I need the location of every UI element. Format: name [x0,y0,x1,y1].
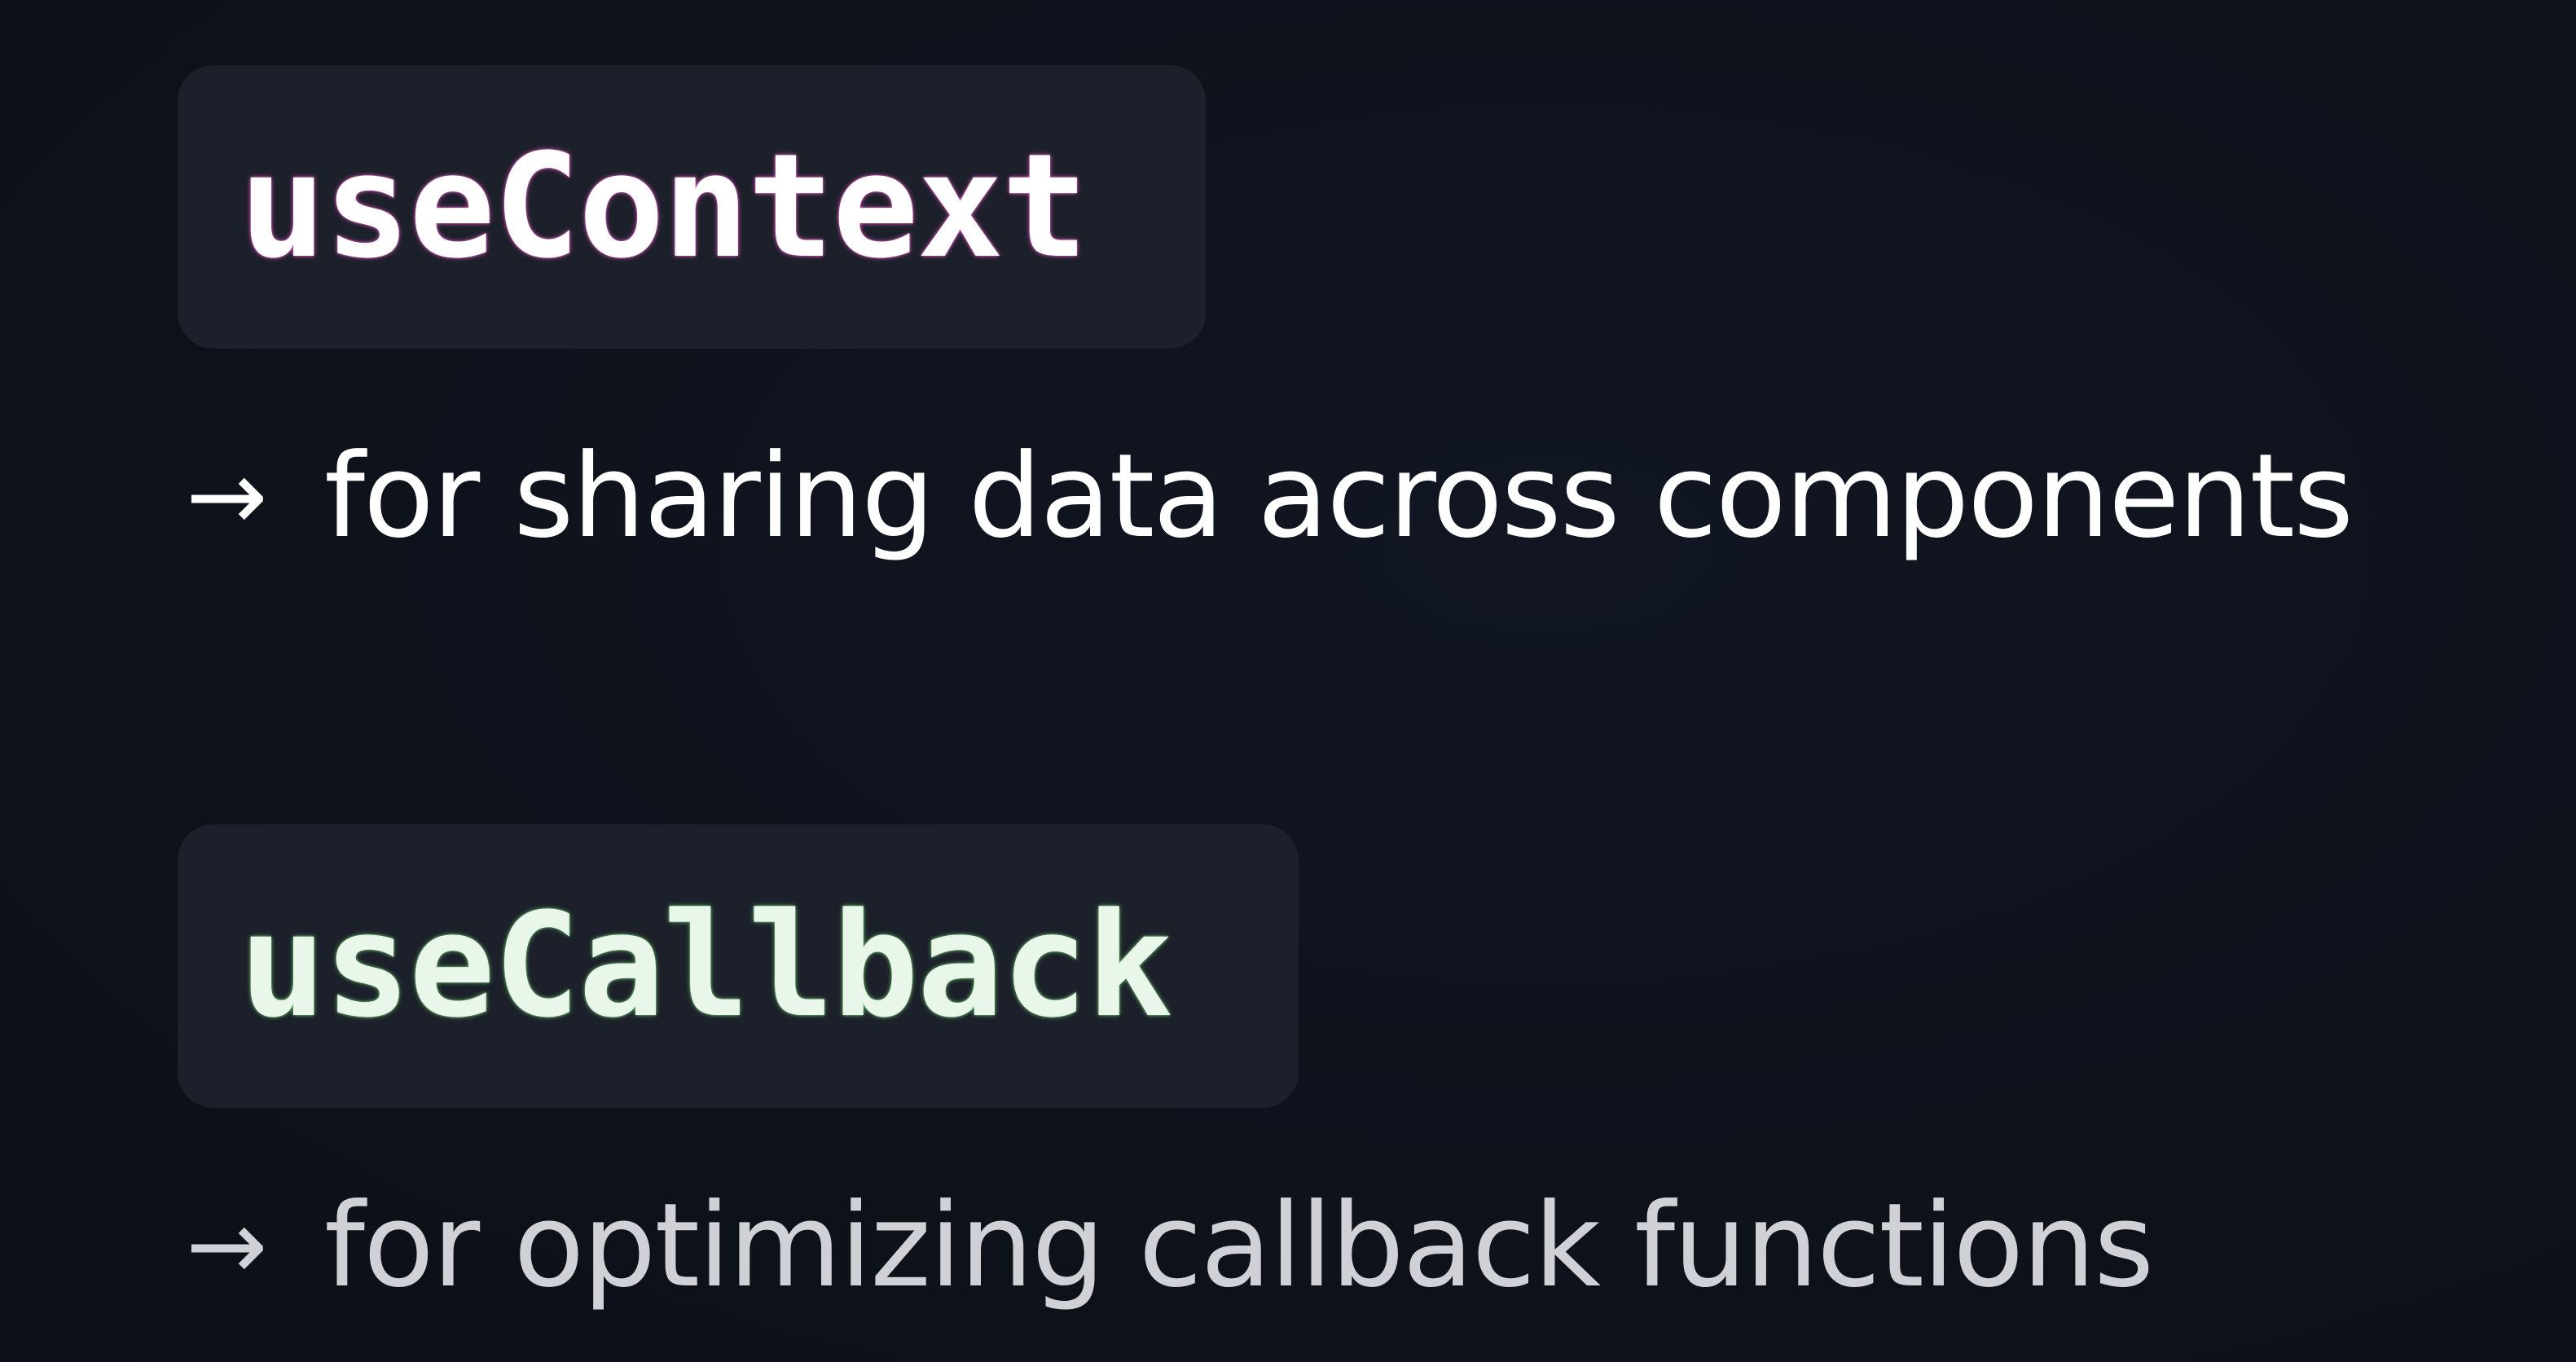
slide-background: useContext → for sharing data across com… [0,0,2576,1362]
description-text: for optimizing callback functions [324,1179,2154,1313]
hook-chip-usecontext: useContext [178,65,1206,349]
hook-description-usecallback: → for optimizing callback functions [186,1173,2154,1320]
hook-description-usecontext: → for sharing data across components [186,424,2354,570]
description-text: for sharing data across components [324,429,2354,564]
right-arrow-icon: → [186,440,268,553]
right-arrow-icon: → [186,1189,268,1303]
hook-chip-usecallback: useCallback [178,824,1299,1108]
hook-name-usecallback: useCallback [240,882,1173,1049]
hook-name-usecontext: useContext [240,123,1088,290]
